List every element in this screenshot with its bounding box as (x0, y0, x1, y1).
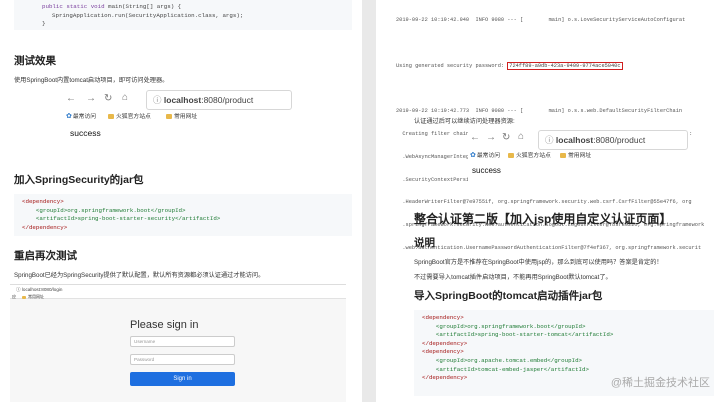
log-line: .web.authentication.UsernamePasswordAuth… (396, 245, 702, 251)
back-icon[interactable]: ← (66, 93, 76, 104)
text-test-result: 使用SpringBoot内置tomcat启动项目，即可访问处理器。 (14, 77, 169, 84)
bookmark-most-visited[interactable]: ✿最常访问 (470, 150, 500, 159)
code-line: <groupId>org.springframework.boot</group… (22, 206, 186, 214)
folder-icon (166, 114, 172, 119)
heading-add-springsecurity: 加入SpringSecurity的jar包 (14, 174, 144, 186)
log-line: .HeaderWriterFilter@7e97551f, org.spring… (396, 199, 692, 206)
address-bar[interactable]: ⓘ localhost:8080/product (146, 90, 292, 110)
left-document-panel: public static void main(String[] args) {… (0, 0, 362, 402)
browser-screenshot-product: ← → ↻ ⌂ ⓘ localhost:8080/product ✿最常访问 火… (468, 126, 690, 184)
back-icon[interactable]: ← (470, 132, 480, 143)
gear-icon: ✿ (470, 152, 476, 159)
text-explanation-2: 不过需要导入tomcat插件启动项目，不能再用SpringBoot默认tomca… (414, 274, 612, 281)
folder-icon (22, 296, 26, 299)
home-icon[interactable]: ⌂ (518, 131, 524, 142)
code-line: <artifactId>spring-boot-starter-tomcat</… (422, 331, 614, 339)
bookmark-common[interactable]: 常用网址 (560, 150, 591, 159)
login-browser-bar: ⓘ localhost:8080/login 应 常用网址 (10, 285, 346, 299)
log-line: 2019-09-22 10:19:42.940 INFO 9080 --- [ … (396, 17, 686, 24)
sign-in-heading: Please sign in (130, 319, 199, 331)
code-line: <dependency> (422, 314, 464, 321)
text-restart-test: SpringBoot已经为SpringSecurity提供了默认配置，默认所有资… (14, 272, 265, 279)
text-explanation-1: SpringBoot官方是不推荐在SpringBoot中使用jsp的，那么到底可… (414, 259, 663, 266)
username-field[interactable]: Username (130, 336, 235, 347)
bookmark-apps[interactable]: 应 (12, 294, 16, 300)
folder-icon (508, 153, 514, 158)
folder-icon (560, 153, 566, 158)
generated-password: 724ff89-a9db-423a-9409-9774ace5040c (507, 61, 623, 70)
security-dependency-code-block: <dependency> <groupId>org.springframewor… (14, 194, 352, 236)
heading-explanation: 说明 (414, 237, 435, 249)
code-line: <dependency> (422, 348, 464, 356)
code-line: <dependency> (22, 198, 64, 205)
watermark: @稀土掘金技术社区 (610, 377, 710, 389)
main-method-code-block: public static void main(String[] args) {… (14, 0, 352, 30)
heading-import-tomcat: 导入SpringBoot的tomcat启动插件jar包 (414, 290, 603, 302)
sign-in-button[interactable]: Sign in (130, 372, 235, 386)
code-line: <groupId>org.apache.tomcat.embed</groupI… (422, 356, 583, 364)
bookmark-common[interactable]: 常用网址 (22, 294, 44, 300)
address-bar[interactable]: ⓘ localhost:8080/login (16, 287, 62, 293)
bookmark-firefox[interactable]: 火狐官方站点 (508, 150, 551, 159)
code-line-1: public static void main(String[] args) { (42, 3, 182, 10)
page-result-text: success (70, 128, 101, 138)
page-result-text: success (472, 166, 501, 175)
right-document-panel: 2019-09-22 10:19:42.940 INFO 9080 --- [ … (376, 0, 720, 402)
code-line: </dependency> (22, 223, 68, 231)
gear-icon: ✿ (66, 113, 72, 120)
article-title: 整合认证第二版【加入jsp使用自定义认证页面】 (414, 212, 672, 226)
bookmark-firefox[interactable]: 火狐官方站点 (108, 111, 151, 120)
reload-icon[interactable]: ↻ (502, 132, 510, 143)
code-line-3: } (42, 20, 46, 28)
text-auth-passed: 认证通过后可以继续访问处理器资源: (414, 118, 515, 125)
folder-icon (108, 114, 114, 119)
info-icon: ⓘ (153, 95, 162, 105)
reload-icon[interactable]: ↻ (104, 93, 112, 104)
home-icon[interactable]: ⌂ (122, 92, 128, 103)
code-line: <artifactId>spring-boot-starter-security… (22, 215, 221, 223)
code-line: <artifactId>tomcat-embed-jasper</artifac… (422, 365, 589, 373)
heading-restart-test: 重启再次测试 (14, 250, 77, 262)
login-page-screenshot: ⓘ localhost:8080/login 应 常用网址 Please sig… (10, 284, 346, 402)
address-bar[interactable]: ⓘ localhost:8080/product (538, 130, 688, 150)
code-line: <groupId>org.springframework.boot</group… (422, 322, 586, 330)
log-password-line: Using generated security password: 724ff… (396, 61, 623, 70)
bookmark-common[interactable]: 常用网址 (166, 111, 197, 120)
browser-screenshot-product: ← → ↻ ⌂ ⓘ localhost:8080/product ✿最常访问 火… (62, 86, 292, 146)
bookmark-most-visited[interactable]: ✿最常访问 (66, 111, 96, 120)
code-line-2: SpringApplication.run(SecurityApplicatio… (52, 11, 244, 19)
heading-test-result: 测试效果 (14, 55, 56, 67)
forward-icon[interactable]: → (486, 132, 496, 143)
forward-icon[interactable]: → (86, 93, 96, 104)
code-line: </dependency> (422, 339, 468, 347)
password-field[interactable]: Password (130, 354, 235, 365)
info-icon: ⓘ (545, 135, 554, 145)
log-line: 2019-09-22 10:19:42.773 INFO 9080 --- [ … (396, 108, 683, 115)
